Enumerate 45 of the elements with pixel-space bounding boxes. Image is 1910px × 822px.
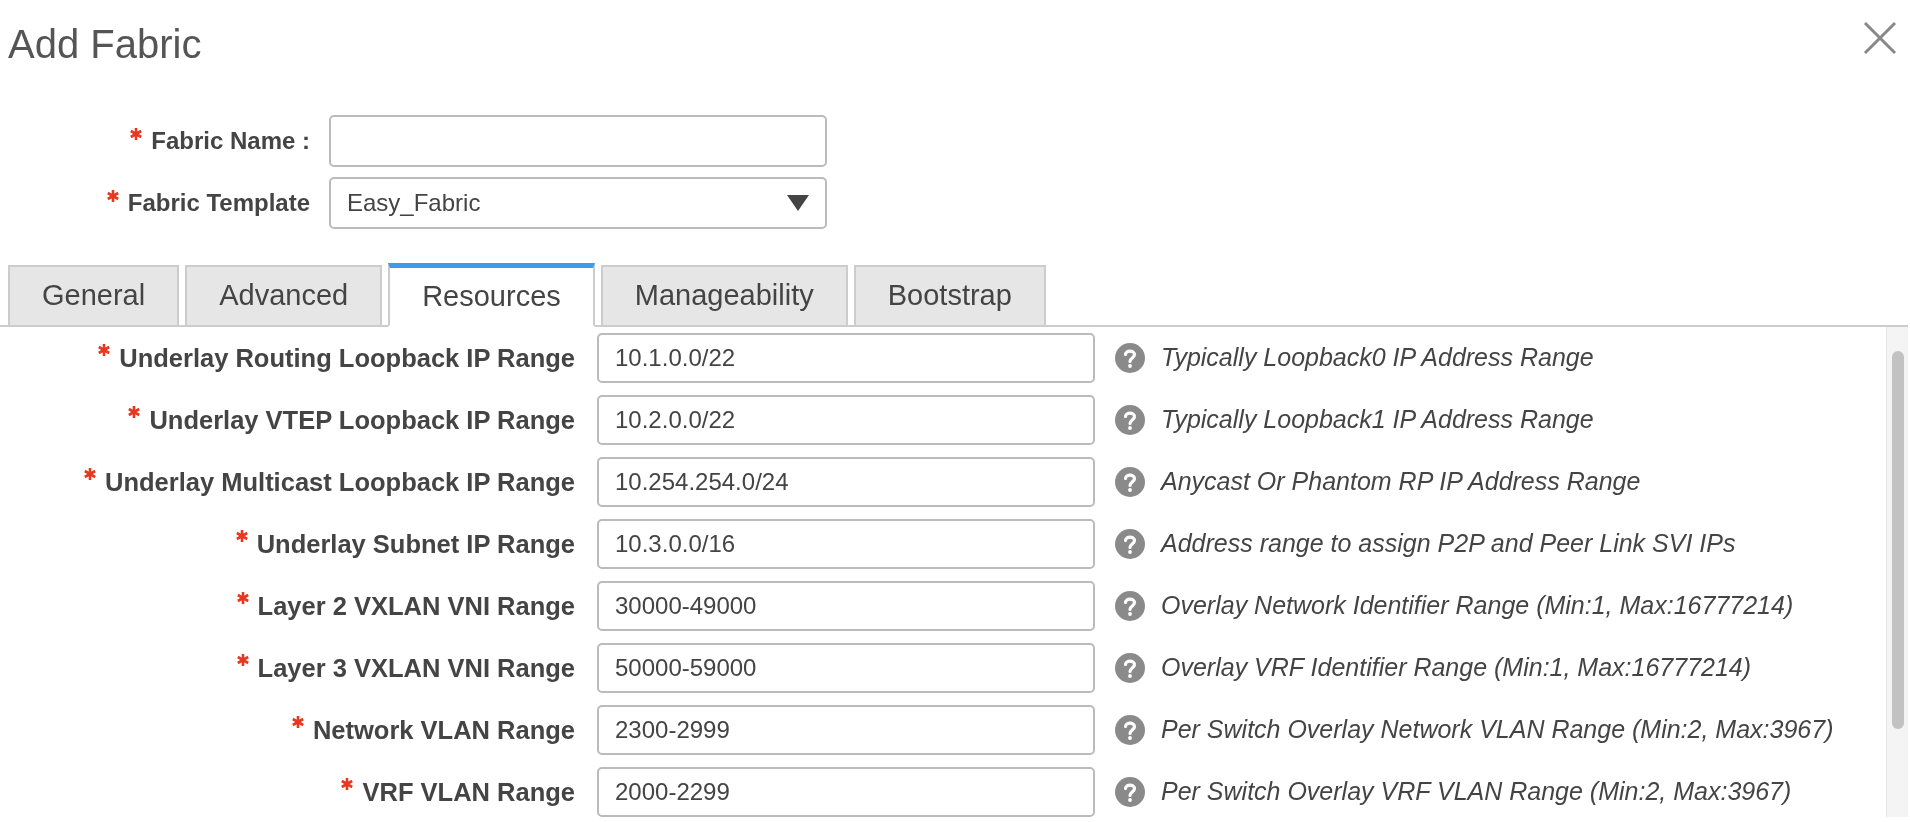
help-text: Per Switch Overlay Network VLAN Range (Min:2, Max:3967) [1161,714,1834,746]
help-icon[interactable] [1115,343,1145,373]
tab[interactable]: Resources [388,263,595,327]
help-text: Overlay Network Identifier Range (Min:1, Max:16777214) [1161,590,1794,622]
help-icon[interactable] [1115,467,1145,497]
tab[interactable]: Bootstrap [853,265,1046,325]
tab[interactable]: General [8,265,180,325]
scrollbar-thumb[interactable] [1891,351,1904,729]
close-icon[interactable] [1862,20,1898,56]
input-field[interactable] [329,115,827,167]
input-field[interactable]: 30000-49000 [597,581,1095,631]
input-field[interactable]: 10.1.0.0/22 [597,333,1095,383]
help-icon[interactable] [1115,777,1145,807]
input-field[interactable]: 50000-59000 [597,643,1095,693]
field-label: Fabric Name : [151,126,310,156]
field-label: Underlay Multicast Loopback IP Range [105,466,575,498]
help-text: Typically Loopback1 IP Address Range [1161,404,1594,436]
field-label: Underlay Routing Loopback IP Range [119,342,575,374]
template-dropdown[interactable]: Easy_Fabric [329,177,827,229]
help-icon[interactable] [1115,529,1145,559]
field-label: Fabric Template [127,188,310,218]
input-field[interactable]: 10.2.0.0/22 [597,395,1095,445]
field-label: VRF VLAN Range [362,776,575,808]
help-icon[interactable] [1115,715,1145,745]
input-field[interactable]: 2300-2999 [597,705,1095,755]
tab[interactable]: Advanced [185,265,383,325]
input-field[interactable]: 10.254.254.0/24 [597,457,1095,507]
help-text: Per Switch Overlay VRF VLAN Range (Min:2, Max:3967) [1161,776,1792,808]
tab[interactable]: Manageability [600,265,848,325]
help-text: Address range to assign P2P and Peer Link SVI IPs [1161,528,1736,560]
caret-icon [787,195,809,211]
help-icon[interactable] [1115,653,1145,683]
help-icon[interactable] [1115,591,1145,621]
field-label: Network VLAN Range [312,714,575,746]
field-label: Underlay VTEP Loopback IP Range [149,404,575,436]
help-text: Overlay VRF Identifier Range (Min:1, Max:16777214) [1161,652,1752,684]
field-label: Layer 3 VXLAN VNI Range [257,652,575,684]
help-text: Typically Loopback0 IP Address Range [1161,342,1594,374]
field-label: Layer 2 VXLAN VNI Range [257,590,575,622]
help-text: Anycast Or Phantom RP IP Address Range [1161,466,1641,498]
input-field[interactable]: 10.3.0.0/16 [597,519,1095,569]
input-field[interactable]: 2000-2299 [597,767,1095,817]
help-icon[interactable] [1115,405,1145,435]
dialog-title: Add Fabric [8,21,202,68]
field-label: Underlay Subnet IP Range [256,528,575,560]
